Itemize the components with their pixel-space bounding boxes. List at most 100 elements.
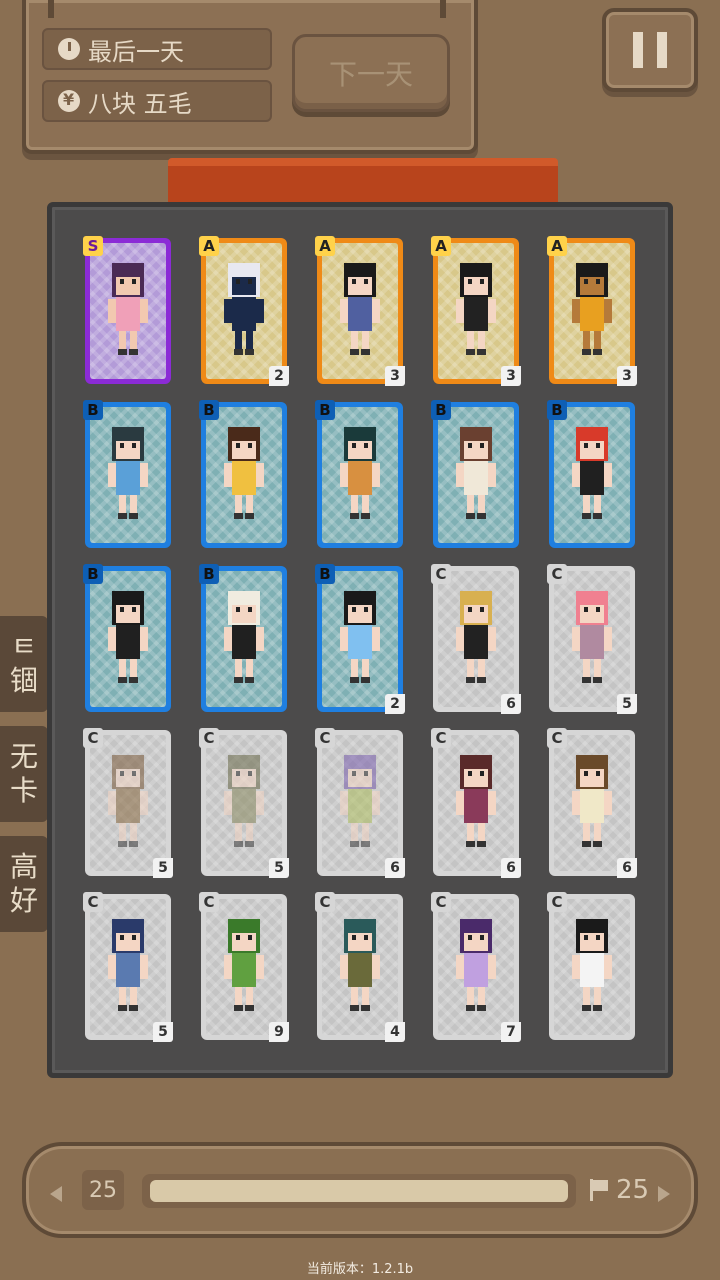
character-sprite bbox=[572, 919, 612, 1011]
character-card[interactable]: B bbox=[315, 400, 403, 548]
character-sprite bbox=[456, 427, 496, 519]
side-tab-2[interactable]: 无 卡 bbox=[0, 726, 48, 822]
card-art bbox=[438, 243, 514, 379]
card-count-badge: 7 bbox=[501, 1022, 521, 1042]
character-card[interactable]: C5 bbox=[83, 728, 173, 878]
character-sprite bbox=[572, 427, 612, 519]
character-card[interactable]: C6 bbox=[431, 728, 521, 878]
character-sprite bbox=[108, 427, 148, 519]
progress-track bbox=[142, 1174, 576, 1208]
rarity-badge: C bbox=[315, 728, 335, 748]
card-art bbox=[90, 407, 166, 543]
character-sprite bbox=[456, 919, 496, 1011]
character-card[interactable]: C9 bbox=[199, 892, 289, 1042]
character-sprite bbox=[340, 755, 380, 847]
rarity-badge: A bbox=[547, 236, 567, 256]
rarity-badge: C bbox=[547, 728, 567, 748]
rarity-badge: C bbox=[199, 892, 219, 912]
rarity-badge: C bbox=[431, 728, 451, 748]
clock-icon bbox=[58, 38, 80, 60]
character-sprite bbox=[224, 919, 264, 1011]
side-tab-1[interactable]: ㅌ 锢 bbox=[0, 616, 48, 712]
character-card[interactable]: C5 bbox=[83, 892, 173, 1042]
rarity-badge: C bbox=[315, 892, 335, 912]
pause-button[interactable] bbox=[602, 8, 698, 92]
hanging-chain bbox=[440, 0, 446, 18]
rarity-badge: C bbox=[83, 892, 103, 912]
card-art bbox=[322, 243, 398, 379]
side-tab-3[interactable]: 高 好 bbox=[0, 836, 48, 932]
character-card[interactable]: B bbox=[83, 564, 171, 712]
card-art bbox=[438, 407, 514, 543]
rarity-badge: C bbox=[547, 892, 567, 912]
character-sprite bbox=[572, 263, 612, 355]
card-count-badge: 2 bbox=[385, 694, 405, 714]
character-card[interactable]: B bbox=[547, 400, 635, 548]
rarity-badge: C bbox=[431, 564, 451, 584]
character-sprite bbox=[456, 755, 496, 847]
rarity-badge: C bbox=[431, 892, 451, 912]
rarity-badge: B bbox=[315, 564, 335, 584]
character-sprite bbox=[108, 591, 148, 683]
character-card[interactable]: C bbox=[547, 892, 635, 1040]
character-card[interactable]: C7 bbox=[431, 892, 521, 1042]
card-art bbox=[206, 243, 282, 379]
card-art bbox=[322, 407, 398, 543]
character-card[interactable]: A3 bbox=[315, 236, 405, 386]
card-art bbox=[90, 571, 166, 707]
character-card[interactable]: S bbox=[83, 236, 171, 384]
card-art bbox=[438, 899, 514, 1035]
card-art bbox=[438, 735, 514, 871]
card-count-badge: 9 bbox=[269, 1022, 289, 1042]
rarity-badge: B bbox=[315, 400, 335, 420]
character-card[interactable]: B bbox=[199, 564, 287, 712]
card-count-badge: 6 bbox=[501, 858, 521, 878]
goal-value: 25 bbox=[616, 1175, 650, 1205]
card-count-badge: 2 bbox=[269, 366, 289, 386]
rarity-badge: B bbox=[547, 400, 567, 420]
card-art bbox=[90, 243, 166, 379]
character-card[interactable]: B bbox=[83, 400, 171, 548]
rarity-badge: C bbox=[199, 728, 219, 748]
character-sprite bbox=[572, 755, 612, 847]
card-collection-panel: SA2A3A3A3BBBBBBBB2C6C5C5C5C6C6C6C5C9C4C7… bbox=[47, 202, 673, 1078]
character-card[interactable]: C6 bbox=[431, 564, 521, 714]
card-art bbox=[554, 571, 630, 707]
pause-icon bbox=[633, 32, 643, 68]
character-card[interactable]: B bbox=[199, 400, 287, 548]
rarity-badge: C bbox=[547, 564, 567, 584]
character-card[interactable]: C6 bbox=[547, 728, 637, 878]
card-art bbox=[206, 899, 282, 1035]
card-art bbox=[206, 735, 282, 871]
arrow-left-icon[interactable] bbox=[50, 1186, 62, 1202]
card-art bbox=[90, 899, 166, 1035]
arrow-right-icon[interactable] bbox=[658, 1186, 670, 1202]
character-card[interactable]: B2 bbox=[315, 564, 405, 714]
day-indicator: 最后一天 bbox=[42, 28, 272, 70]
card-count-badge: 3 bbox=[501, 366, 521, 386]
hanging-chain bbox=[48, 0, 54, 18]
card-art bbox=[554, 407, 630, 543]
rarity-badge: B bbox=[83, 400, 103, 420]
character-sprite bbox=[224, 591, 264, 683]
character-card[interactable]: C5 bbox=[199, 728, 289, 878]
character-card[interactable]: C4 bbox=[315, 892, 405, 1042]
character-sprite bbox=[224, 427, 264, 519]
rarity-badge: B bbox=[199, 400, 219, 420]
day-progress-panel: 25 25 bbox=[22, 1142, 698, 1238]
character-card[interactable]: A3 bbox=[547, 236, 637, 386]
current-day-box: 25 bbox=[82, 1170, 124, 1210]
character-card[interactable]: A3 bbox=[431, 236, 521, 386]
card-art bbox=[206, 407, 282, 543]
card-art bbox=[438, 571, 514, 707]
character-card[interactable]: B bbox=[431, 400, 519, 548]
card-art bbox=[322, 571, 398, 707]
card-count-badge: 3 bbox=[385, 366, 405, 386]
card-art bbox=[554, 899, 630, 1035]
character-card[interactable]: C5 bbox=[547, 564, 637, 714]
character-card[interactable]: C6 bbox=[315, 728, 405, 878]
character-card[interactable]: A2 bbox=[199, 236, 289, 386]
next-day-button[interactable]: 下一天 bbox=[292, 34, 450, 112]
card-art bbox=[322, 735, 398, 871]
character-sprite bbox=[456, 263, 496, 355]
